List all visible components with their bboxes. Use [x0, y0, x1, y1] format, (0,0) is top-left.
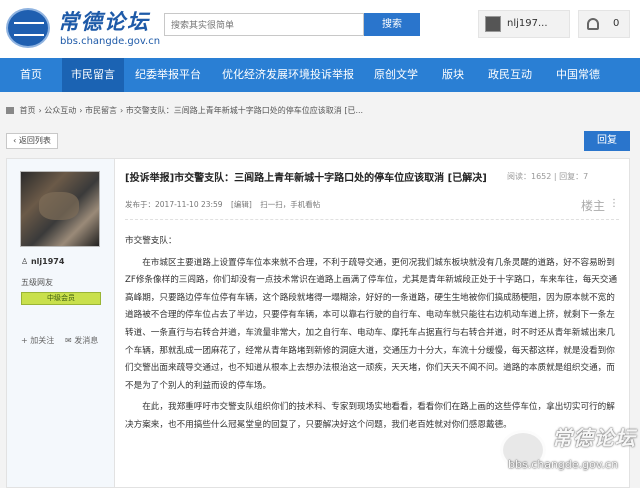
post-stats: 阅读：1652 | 回复：7	[507, 172, 589, 181]
add-follow-link[interactable]: + 加关注	[21, 335, 54, 346]
username: nlj197...	[507, 18, 548, 29]
site-watermark: 常德论坛 bbs.changde.gov.cn	[500, 420, 640, 478]
bell-icon	[587, 18, 599, 30]
post-meta: 发布于：2017-11-10 23:59 [编辑] 扫一扫，手机看帖	[125, 199, 326, 210]
nav-item-citizen-messages[interactable]: 市民留言	[62, 58, 124, 92]
post-date: 发布于：2017-11-10 23:59	[125, 200, 223, 209]
nav-item-china-changde[interactable]: 中国常德	[542, 58, 614, 92]
post-paragraph: 在市城区主要道路上设置停车位本来就不合理，不利于疏导交通，更何况我们城东板块就没…	[125, 257, 618, 391]
post-title: [投诉举报]市交警支队：三闾路上青年新城十字路口处的停车位应该取消 [已解决]	[125, 173, 487, 184]
search-button[interactable]: 搜索	[364, 13, 420, 36]
watermark-url: bbs.changde.gov.cn	[508, 458, 619, 471]
divider	[125, 219, 619, 220]
nav-item-literature[interactable]: 原创文学	[364, 58, 428, 92]
breadcrumb: 首页 › 公众互动 › 市民留言 › 市交警支队：三闾路上青年新城十字路口处的停车位应…	[6, 105, 366, 116]
send-message-link[interactable]: ✉ 发消息	[65, 335, 98, 346]
search-input[interactable]	[164, 13, 364, 36]
notifications-button[interactable]: 0	[578, 10, 630, 38]
notification-count: 0	[613, 18, 620, 29]
post-greeting: 市交警支队：	[125, 236, 177, 246]
nav-item-report-platform[interactable]: 纪委举报平台	[124, 58, 212, 92]
post-body: 市交警支队： 在市城区主要道路上设置停车位本来就不合理，不利于疏导交通，更何况我…	[125, 233, 623, 435]
qr-scan-link[interactable]: 扫一扫，手机看帖	[260, 200, 320, 209]
poster-avatar[interactable]	[20, 171, 100, 247]
nav-item-boards[interactable]: 版块	[428, 58, 478, 92]
breadcrumb-citizen-messages[interactable]: 市民留言	[85, 106, 117, 115]
breadcrumb-home[interactable]: 首页	[20, 106, 36, 115]
floor-label: 楼主	[581, 199, 606, 213]
breadcrumb-current: 市交警支队：三闾路上青年新城十字路口处的停车位应该取消 [已...	[125, 106, 364, 115]
main-nav: 首页 市民留言 纪委举报平台 优化经济发展环境投诉举报 原创文学 版块 政民互动…	[0, 58, 640, 92]
back-label: 返回列表	[18, 136, 51, 145]
poster-panel: ♙ nlj1974 五级网友 中级会员 + 加关注 ✉ 发消息	[7, 159, 115, 487]
member-badge: 中级会员	[21, 292, 101, 305]
user-menu[interactable]: nlj197...	[478, 10, 570, 38]
nav-item-environment-complaints[interactable]: 优化经济发展环境投诉举报	[212, 58, 364, 92]
poster-name[interactable]: ♙ nlj1974	[21, 257, 64, 266]
edit-link[interactable]: [编辑]	[231, 200, 252, 209]
reply-button[interactable]: 回复	[584, 131, 630, 151]
logo-title: 常德论坛	[58, 9, 150, 34]
site-logo[interactable]: 常德论坛 bbs.changde.gov.cn	[6, 6, 160, 52]
breadcrumb-public-interaction[interactable]: 公众互动	[44, 106, 76, 115]
nav-item-home[interactable]: 首页	[0, 58, 62, 92]
logo-seal-icon	[6, 8, 50, 48]
nav-item-gov-interaction[interactable]: 政民互动	[478, 58, 542, 92]
more-options-icon[interactable]: ⋮	[609, 198, 619, 209]
back-to-list-button[interactable]: ‹ 返回列表	[6, 133, 58, 149]
home-icon	[6, 107, 14, 114]
watermark-title: 常德论坛	[552, 426, 636, 450]
logo-url: bbs.changde.gov.cn	[60, 36, 161, 47]
site-header: 常德论坛 bbs.changde.gov.cn 搜索 nlj197... 0	[0, 0, 640, 58]
user-avatar	[485, 16, 501, 32]
poster-level: 五级网友	[21, 278, 53, 287]
